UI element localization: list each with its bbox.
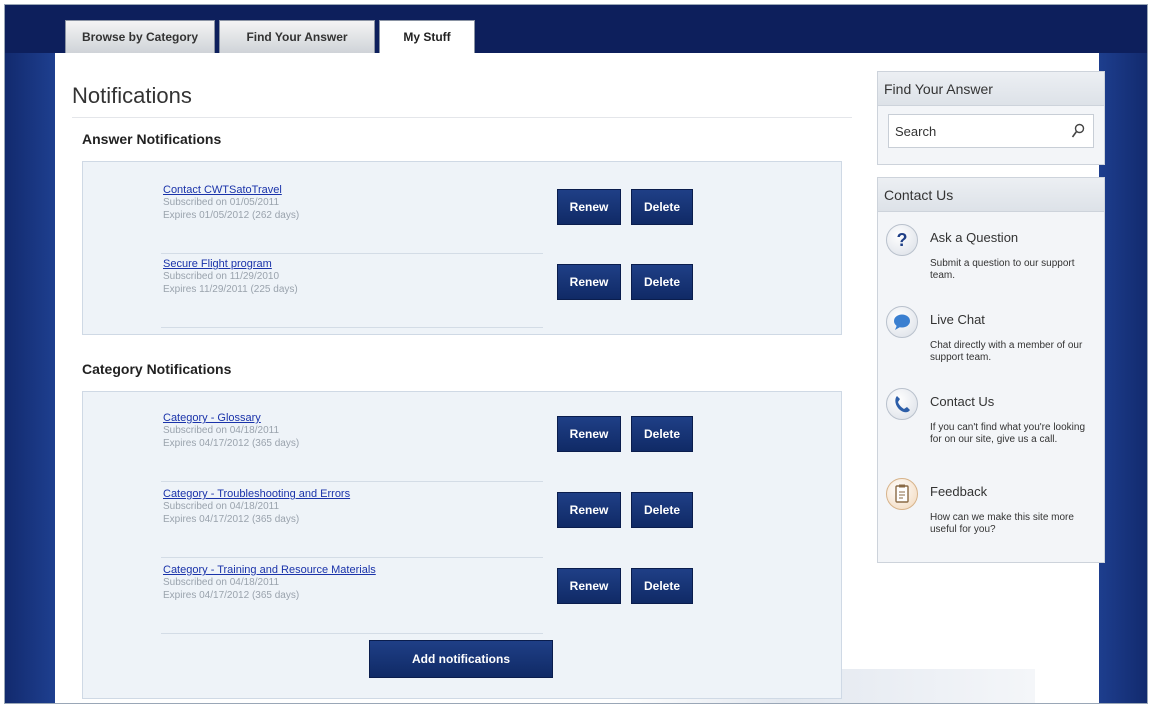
list-item: Category - Glossary Subscribed on 04/18/… [161,412,543,482]
contact-item-feedback[interactable]: Feedback How can we make this site more … [886,478,1102,558]
expiry-date: Expires 04/17/2012 (365 days) [163,590,300,601]
subscribed-date: Subscribed on 04/18/2011 [163,425,280,436]
renew-button[interactable]: Renew [557,416,621,452]
notification-link[interactable]: Category - Troubleshooting and Errors [163,488,350,500]
tab-browse-by-category[interactable]: Browse by Category [65,20,215,53]
clipboard-icon [886,478,918,510]
renew-button[interactable]: Renew [557,264,621,300]
contact-item-description: How can we make this site more useful fo… [930,512,1074,535]
page-title: Notifications [72,83,192,108]
tab-my-stuff[interactable]: My Stuff [379,20,475,53]
renew-button[interactable]: Renew [557,568,621,604]
main-content: Notifications Answer Notifications Conta… [55,53,1105,703]
renew-button[interactable]: Renew [557,189,621,225]
renew-button[interactable]: Renew [557,492,621,528]
subscribed-date: Subscribed on 01/05/2011 [163,197,280,208]
main-tabs: Browse by Category Find Your Answer My S… [65,20,475,53]
list-item: Contact CWTSatoTravel Subscribed on 01/0… [161,184,543,254]
delete-button[interactable]: Delete [631,189,693,225]
category-notifications-heading: Category Notifications [82,361,232,377]
contact-item-description: If you can't find what you're looking fo… [930,422,1086,445]
find-your-answer-box: Find Your Answer [877,71,1105,165]
list-item: Secure Flight program Subscribed on 11/2… [161,258,543,328]
answer-notifications-panel: Contact CWTSatoTravel Subscribed on 01/0… [82,161,842,335]
notification-link[interactable]: Contact CWTSatoTravel [163,184,282,196]
contact-item-title[interactable]: Ask a Question [930,230,1018,245]
contact-item-title[interactable]: Live Chat [930,312,985,327]
expiry-date: Expires 04/17/2012 (365 days) [163,514,300,525]
list-item: Category - Troubleshooting and Errors Su… [161,488,543,558]
left-decorative-strip [5,53,55,703]
search-input[interactable] [895,115,1065,147]
question-icon: ? [886,224,918,256]
tab-find-your-answer[interactable]: Find Your Answer [219,20,375,53]
find-your-answer-title: Find Your Answer [878,72,1104,106]
notification-link[interactable]: Category - Glossary [163,412,261,424]
search-icon[interactable] [1071,123,1085,139]
title-divider [72,117,852,118]
contact-item-title[interactable]: Contact Us [930,394,994,409]
browser-viewport: Browse by Category Find Your Answer My S… [4,4,1148,704]
add-notifications-button[interactable]: Add notifications [369,640,553,678]
search-box [888,114,1094,148]
contact-us-title: Contact Us [878,178,1104,212]
answer-notifications-heading: Answer Notifications [82,131,222,147]
contact-item-ask-question[interactable]: ? Ask a Question Submit a question to ou… [886,224,1102,304]
contact-item-description: Chat directly with a member of our suppo… [930,340,1083,363]
expiry-date: Expires 11/29/2011 (225 days) [163,284,298,295]
chat-bubble-icon [886,306,918,338]
phone-icon [886,388,918,420]
notification-link[interactable]: Secure Flight program [163,258,272,270]
subscribed-date: Subscribed on 11/29/2010 [163,271,280,282]
subscribed-date: Subscribed on 04/18/2011 [163,577,280,588]
category-notifications-panel: Category - Glossary Subscribed on 04/18/… [82,391,842,699]
delete-button[interactable]: Delete [631,416,693,452]
contact-item-description: Submit a question to our support team. [930,258,1075,281]
contact-item-contact-us[interactable]: Contact Us If you can't find what you're… [886,388,1102,476]
subscribed-date: Subscribed on 04/18/2011 [163,501,280,512]
contact-item-live-chat[interactable]: Live Chat Chat directly with a member of… [886,306,1102,386]
contact-item-title[interactable]: Feedback [930,484,987,499]
expiry-date: Expires 01/05/2012 (262 days) [163,210,300,221]
svg-text:?: ? [897,230,908,250]
delete-button[interactable]: Delete [631,568,693,604]
list-item: Category - Training and Resource Materia… [161,564,543,634]
expiry-date: Expires 04/17/2012 (365 days) [163,438,300,449]
notification-link[interactable]: Category - Training and Resource Materia… [163,564,376,576]
delete-button[interactable]: Delete [631,264,693,300]
delete-button[interactable]: Delete [631,492,693,528]
contact-us-box: Contact Us ? Ask a Question Submit a que… [877,177,1105,563]
